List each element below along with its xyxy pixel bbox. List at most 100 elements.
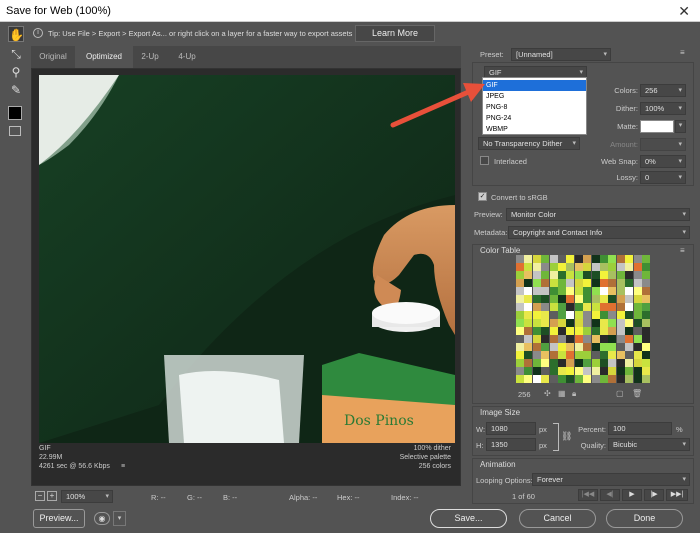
color-swatch[interactable] <box>608 351 617 359</box>
color-swatch[interactable] <box>642 263 650 271</box>
color-swatch[interactable] <box>625 263 634 271</box>
color-swatch[interactable] <box>642 375 650 383</box>
color-swatch[interactable] <box>600 367 608 375</box>
color-swatch[interactable] <box>566 295 575 303</box>
color-swatch[interactable] <box>549 271 558 279</box>
color-swatch[interactable] <box>558 263 566 271</box>
save-button[interactable]: Save... <box>430 509 507 528</box>
color-swatch[interactable] <box>532 279 541 287</box>
toggle-slices-icon[interactable] <box>9 126 21 136</box>
color-swatch[interactable] <box>633 295 642 303</box>
color-swatch[interactable] <box>625 287 634 295</box>
color-swatch[interactable] <box>642 351 650 359</box>
color-swatch[interactable] <box>600 327 608 335</box>
color-swatch[interactable] <box>600 343 608 351</box>
color-swatch[interactable] <box>608 327 617 335</box>
color-swatch[interactable] <box>633 375 642 383</box>
color-swatch[interactable] <box>583 375 592 383</box>
color-swatch[interactable] <box>549 343 558 351</box>
color-swatch[interactable] <box>516 319 524 327</box>
color-swatch[interactable] <box>600 311 608 319</box>
color-swatch[interactable] <box>566 351 575 359</box>
color-swatch[interactable] <box>549 327 558 335</box>
color-swatch[interactable] <box>583 367 592 375</box>
color-swatch[interactable] <box>583 263 592 271</box>
color-swatch[interactable] <box>608 271 617 279</box>
color-swatch[interactable] <box>583 271 592 279</box>
color-swatch[interactable] <box>566 319 575 327</box>
color-swatch[interactable] <box>591 263 600 271</box>
color-swatch[interactable] <box>591 303 600 311</box>
learn-more-button[interactable]: Learn More <box>355 25 435 42</box>
color-swatch[interactable] <box>591 343 600 351</box>
color-swatch[interactable] <box>516 359 524 367</box>
first-frame-button[interactable]: |◀◀ <box>578 489 598 501</box>
color-swatch[interactable] <box>616 287 625 295</box>
color-swatch[interactable] <box>532 359 541 367</box>
color-swatch[interactable] <box>549 351 558 359</box>
hand-icon[interactable]: ✋ <box>8 26 24 42</box>
color-swatch[interactable] <box>574 279 583 287</box>
color-swatch[interactable] <box>574 311 583 319</box>
color-swatch[interactable] <box>600 263 608 271</box>
color-swatch[interactable] <box>625 303 634 311</box>
color-swatch[interactable] <box>541 367 550 375</box>
format-option-wbmp[interactable]: WBMP <box>483 124 586 135</box>
color-swatch[interactable] <box>591 351 600 359</box>
new-color-icon[interactable]: ▢ <box>616 389 624 398</box>
chevron-down-icon[interactable]: ▾ <box>113 511 126 526</box>
color-swatch[interactable] <box>574 343 583 351</box>
color-swatch[interactable] <box>532 375 541 383</box>
format-dropdown[interactable]: GIF JPEG PNG-8 PNG-24 WBMP <box>482 77 587 135</box>
color-swatch[interactable] <box>591 271 600 279</box>
color-swatch[interactable] <box>541 263 550 271</box>
color-swatch[interactable] <box>625 255 634 263</box>
transparency-dither-select[interactable]: No Transparency Dither ▾ <box>478 137 580 150</box>
browser-icon[interactable]: ◉ <box>94 512 110 525</box>
color-swatch[interactable] <box>616 367 625 375</box>
color-swatch[interactable] <box>566 271 575 279</box>
color-swatch[interactable] <box>583 327 592 335</box>
color-swatch[interactable] <box>608 287 617 295</box>
color-swatch[interactable] <box>616 303 625 311</box>
color-swatch[interactable] <box>625 295 634 303</box>
color-swatch[interactable] <box>516 271 524 279</box>
color-swatch[interactable] <box>516 287 524 295</box>
done-button[interactable]: Done <box>606 509 683 528</box>
color-swatch[interactable] <box>625 375 634 383</box>
close-icon[interactable]: ✕ <box>678 0 690 22</box>
color-swatch[interactable] <box>566 367 575 375</box>
color-swatch[interactable] <box>541 327 550 335</box>
interlaced-checkbox[interactable] <box>480 156 489 165</box>
color-swatch[interactable] <box>633 359 642 367</box>
color-swatch[interactable] <box>625 271 634 279</box>
color-table-grid[interactable] <box>516 255 651 384</box>
zoom-out-button[interactable]: − <box>35 491 45 501</box>
color-swatch[interactable] <box>566 255 575 263</box>
color-swatch[interactable] <box>524 311 533 319</box>
color-swatch[interactable] <box>541 351 550 359</box>
color-swatch[interactable] <box>642 279 650 287</box>
color-swatch[interactable] <box>532 271 541 279</box>
color-swatch[interactable] <box>558 343 566 351</box>
color-swatch[interactable] <box>583 295 592 303</box>
color-swatch[interactable] <box>616 335 625 343</box>
color-swatch[interactable] <box>574 327 583 335</box>
color-swatch[interactable] <box>616 295 625 303</box>
color-swatch[interactable] <box>608 343 617 351</box>
color-swatch[interactable] <box>524 271 533 279</box>
color-swatch[interactable] <box>633 303 642 311</box>
color-swatch[interactable] <box>566 287 575 295</box>
color-swatch[interactable] <box>524 359 533 367</box>
color-swatch[interactable] <box>574 255 583 263</box>
color-swatch[interactable] <box>600 359 608 367</box>
color-swatch[interactable] <box>558 255 566 263</box>
color-swatch[interactable] <box>591 287 600 295</box>
map-color-icon[interactable]: ✣ <box>544 389 551 398</box>
color-swatch[interactable] <box>532 335 541 343</box>
web-shift-icon[interactable]: ▦ <box>558 389 566 398</box>
trash-icon[interactable]: 🗑︎ <box>632 389 642 398</box>
menu-icon[interactable]: ≡ <box>121 463 125 470</box>
color-swatch[interactable] <box>642 327 650 335</box>
color-swatch[interactable] <box>600 351 608 359</box>
